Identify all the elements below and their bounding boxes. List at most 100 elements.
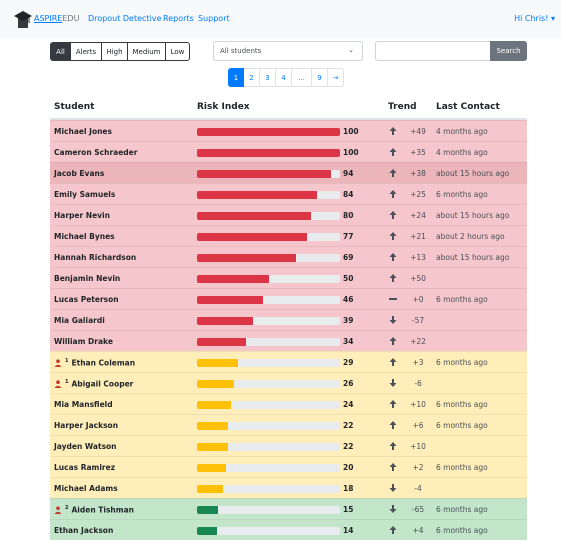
graduation-cap-icon[interactable] — [14, 9, 32, 29]
student-name[interactable]: Benjamin Nevin — [54, 274, 120, 283]
last-contact: 6 months ago — [436, 505, 488, 514]
search-input[interactable] — [375, 41, 491, 61]
page-2[interactable]: 2 — [244, 68, 260, 87]
risk-bar-track — [197, 527, 340, 535]
table-row[interactable]: Harper Jackson 22 +6 6 months ago — [50, 414, 527, 435]
student-name[interactable]: 2 Aiden Tishman — [54, 505, 134, 515]
table-row[interactable]: Emily Samuels 84 +25 6 months ago — [50, 183, 527, 204]
arrow-up-icon — [388, 525, 398, 535]
student-name-text: Michael Jones — [54, 127, 112, 136]
table-row[interactable]: 1 Abigail Cooper 26 -6 — [50, 372, 527, 393]
student-name[interactable]: Mia Mansfield — [54, 400, 113, 409]
risk-value: 22 — [343, 421, 354, 430]
student-name[interactable]: Jayden Watson — [54, 442, 117, 451]
arrow-down-icon — [388, 483, 398, 493]
table-row[interactable]: Michael Adams 18 -4 — [50, 477, 527, 498]
navbar: ASPIREEDU Dropout Detective Reports Supp… — [0, 0, 561, 38]
filter-medium-button[interactable]: Medium — [128, 42, 166, 61]
student-name[interactable]: Cameron Schraeder — [54, 148, 137, 157]
page-ellipsis: ... — [292, 68, 312, 87]
risk-bar-track — [197, 275, 340, 283]
arrow-up-icon — [388, 252, 398, 262]
student-group-select[interactable]: All students ⌄ — [213, 41, 363, 61]
table-row[interactable]: Mia Galiardi 39 -57 — [50, 309, 527, 330]
alert-user-icon — [54, 358, 62, 367]
student-name-text: Harper Jackson — [54, 421, 119, 430]
trend-value: +10 — [410, 442, 426, 451]
table-row[interactable]: Jayden Watson 22 +10 — [50, 435, 527, 456]
table-row[interactable]: 1 Ethan Coleman 29 +3 6 months ago — [50, 351, 527, 372]
last-contact: 4 months ago — [436, 127, 488, 136]
risk-bar-track — [197, 443, 340, 451]
student-name[interactable]: Lucas Ramirez — [54, 463, 115, 472]
last-contact: 4 months ago — [436, 148, 488, 157]
table-row[interactable]: Mia Mansfield 24 +10 6 months ago — [50, 393, 527, 414]
table-row[interactable]: 2 Aiden Tishman 15 -65 6 months ago — [50, 498, 527, 519]
page-9[interactable]: 9 — [312, 68, 328, 87]
page-4[interactable]: 4 — [276, 68, 292, 87]
risk-bar-fill — [197, 128, 340, 136]
trend-value: +4 — [412, 526, 424, 535]
student-name[interactable]: Mia Galiardi — [54, 316, 105, 325]
risk-value: 20 — [343, 463, 354, 472]
student-name-text: Aiden Tishman — [71, 505, 134, 515]
search-button[interactable]: Search — [490, 41, 527, 61]
risk-bar-fill — [197, 254, 296, 262]
risk-bar-fill — [197, 506, 219, 514]
table-row[interactable]: Ethan Jackson 14 +4 6 months ago — [50, 519, 527, 540]
table-row[interactable]: Michael Jones 100 +49 4 months ago — [50, 120, 527, 141]
arrow-up-icon — [388, 357, 398, 367]
arrow-up-icon — [388, 210, 398, 220]
filter-high-button[interactable]: High — [102, 42, 128, 61]
trend-value: +2 — [412, 463, 424, 472]
risk-bar-track — [197, 317, 340, 325]
student-name-text: Ethan Coleman — [71, 358, 136, 368]
table-row[interactable]: Benjamin Nevin 50 +50 — [50, 267, 527, 288]
filter-alerts-button[interactable]: Alerts — [71, 42, 102, 61]
nav-dropout-detective[interactable]: Dropout Detective — [88, 14, 161, 23]
table-row[interactable]: Harper Nevin 80 +24 about 15 hours ago — [50, 204, 527, 225]
student-name[interactable]: Jacob Evans — [54, 169, 104, 178]
filter-low-button[interactable]: Low — [166, 42, 190, 61]
student-name[interactable]: 1 Abigail Cooper — [54, 379, 133, 389]
table-row[interactable]: Michael Bynes 77 +21 about 2 hours ago — [50, 225, 527, 246]
student-name[interactable]: Michael Bynes — [54, 232, 115, 241]
students-table: Student Risk Index Trend Last Contact Mi… — [50, 98, 527, 540]
trend-value: +25 — [410, 190, 426, 199]
student-name[interactable]: 1 Ethan Coleman — [54, 358, 135, 368]
arrow-down-icon — [388, 504, 398, 514]
student-name[interactable]: Emily Samuels — [54, 190, 115, 199]
student-name[interactable]: William Drake — [54, 337, 113, 346]
arrow-up-icon — [388, 126, 398, 136]
student-name[interactable]: Lucas Peterson — [54, 295, 119, 304]
student-name[interactable]: Harper Jackson — [54, 421, 118, 430]
header-last-contact[interactable]: Last Contact — [436, 102, 500, 112]
brand-name-part2: EDU — [62, 14, 80, 23]
page-1[interactable]: 1 — [228, 68, 244, 87]
page-3[interactable]: 3 — [260, 68, 276, 87]
brand-link[interactable]: ASPIREEDU — [34, 14, 79, 23]
student-name[interactable]: Hannah Richardson — [54, 253, 136, 262]
table-row[interactable]: Jacob Evans 94 +38 about 15 hours ago — [50, 162, 527, 183]
filter-all-button[interactable]: All — [50, 42, 71, 61]
header-risk-index[interactable]: Risk Index — [197, 102, 250, 112]
page-next-button[interactable]: → — [328, 68, 344, 87]
table-row[interactable]: Lucas Ramirez 20 +2 6 months ago — [50, 456, 527, 477]
header-trend[interactable]: Trend — [388, 102, 417, 112]
risk-bar-track — [197, 485, 340, 493]
table-row[interactable]: Cameron Schraeder 100 +35 4 months ago — [50, 141, 527, 162]
student-name[interactable]: Michael Adams — [54, 484, 118, 493]
table-row[interactable]: Hannah Richardson 69 +13 about 15 hours ago — [50, 246, 527, 267]
last-contact: 6 months ago — [436, 421, 488, 430]
student-name[interactable]: Michael Jones — [54, 127, 112, 136]
table-row[interactable]: Lucas Peterson 46 +0 6 months ago — [50, 288, 527, 309]
risk-bar-track — [197, 254, 340, 262]
table-row[interactable]: William Drake 34 +22 — [50, 330, 527, 351]
student-name[interactable]: Ethan Jackson — [54, 526, 113, 535]
nav-support[interactable]: Support — [198, 14, 230, 23]
trend-value: +49 — [410, 127, 426, 136]
header-student[interactable]: Student — [54, 102, 94, 112]
student-name[interactable]: Harper Nevin — [54, 211, 110, 220]
user-menu[interactable]: Hi Chris! ▾ — [514, 14, 555, 23]
nav-reports[interactable]: Reports — [163, 14, 194, 23]
